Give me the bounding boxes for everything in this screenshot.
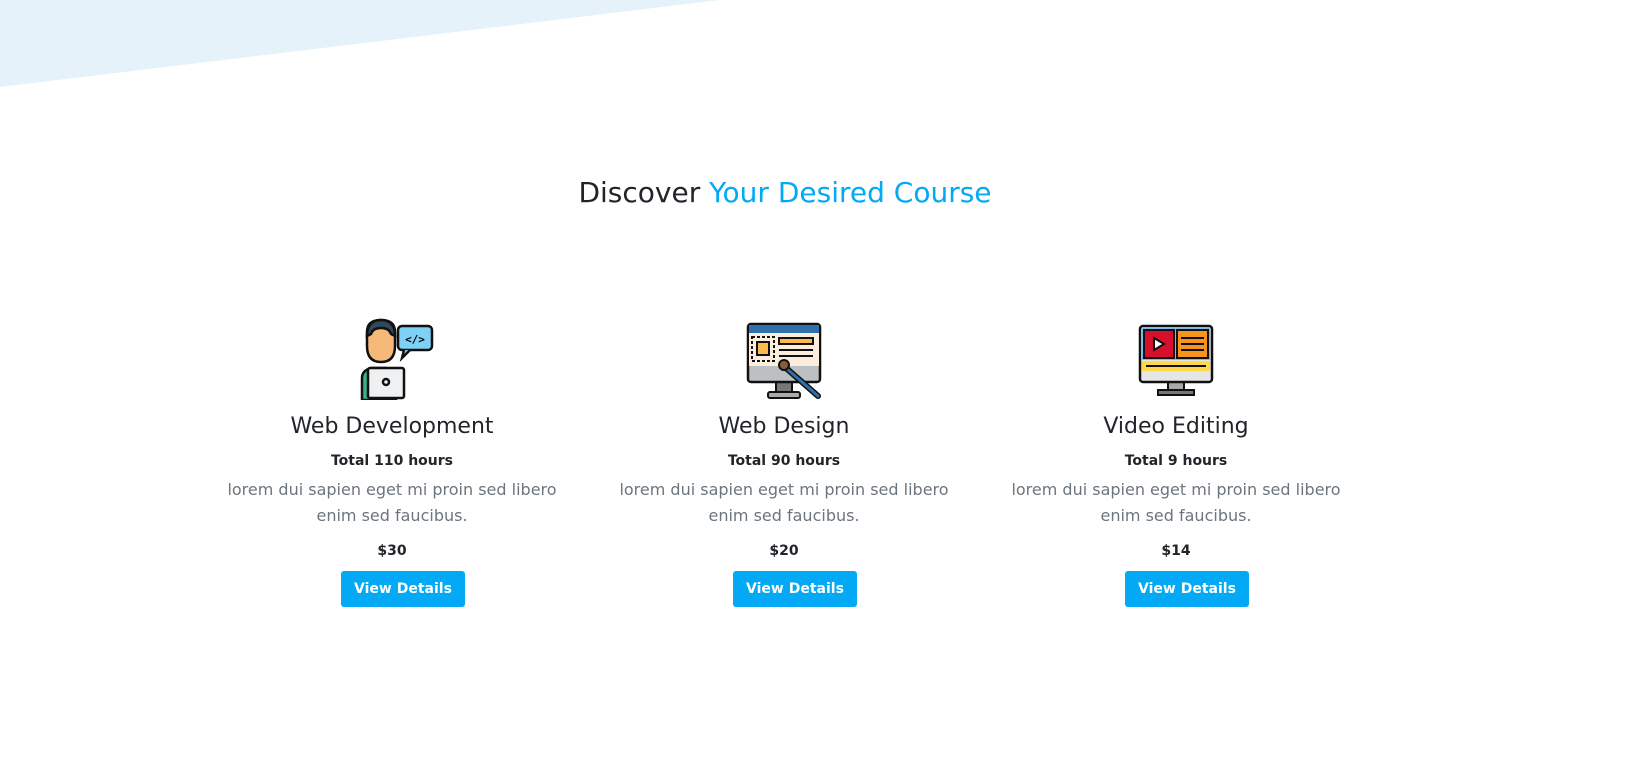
course-card-web-development: </> Web Development Total 110 hours lore… xyxy=(196,318,588,607)
section-title: Discover Your Desired Course xyxy=(0,176,1570,209)
course-title: Web Design xyxy=(718,414,850,439)
course-title: Web Development xyxy=(290,414,494,439)
course-price: $20 xyxy=(769,543,799,559)
course-list: </> Web Development Total 110 hours lore… xyxy=(196,318,1372,607)
view-details-button[interactable]: View Details xyxy=(1125,571,1249,607)
web-design-monitor-icon xyxy=(746,322,822,399)
course-card-web-design: Web Design Total 90 hours lorem dui sapi… xyxy=(588,318,980,607)
view-details-button[interactable]: View Details xyxy=(733,571,857,607)
video-editing-monitor-icon xyxy=(1138,324,1214,396)
course-description: lorem dui sapien eget mi proin sed liber… xyxy=(227,480,557,525)
developer-laptop-icon: </> xyxy=(360,318,434,400)
background-shape xyxy=(0,0,720,87)
course-description: lorem dui sapien eget mi proin sed liber… xyxy=(619,480,949,525)
course-card-video-editing: Video Editing Total 9 hours lorem dui sa… xyxy=(980,318,1372,607)
course-price: $14 xyxy=(1161,543,1191,559)
svg-text:</>: </> xyxy=(405,333,425,346)
course-hours: Total 9 hours xyxy=(1124,453,1228,469)
course-description: lorem dui sapien eget mi proin sed liber… xyxy=(1011,480,1341,525)
course-hours: Total 90 hours xyxy=(727,453,841,469)
course-hours: Total 110 hours xyxy=(330,453,453,469)
title-accent: Your Desired Course xyxy=(709,176,992,209)
view-details-button[interactable]: View Details xyxy=(341,571,465,607)
title-plain: Discover xyxy=(578,176,701,209)
course-title: Video Editing xyxy=(1103,414,1249,439)
course-price: $30 xyxy=(377,543,407,559)
